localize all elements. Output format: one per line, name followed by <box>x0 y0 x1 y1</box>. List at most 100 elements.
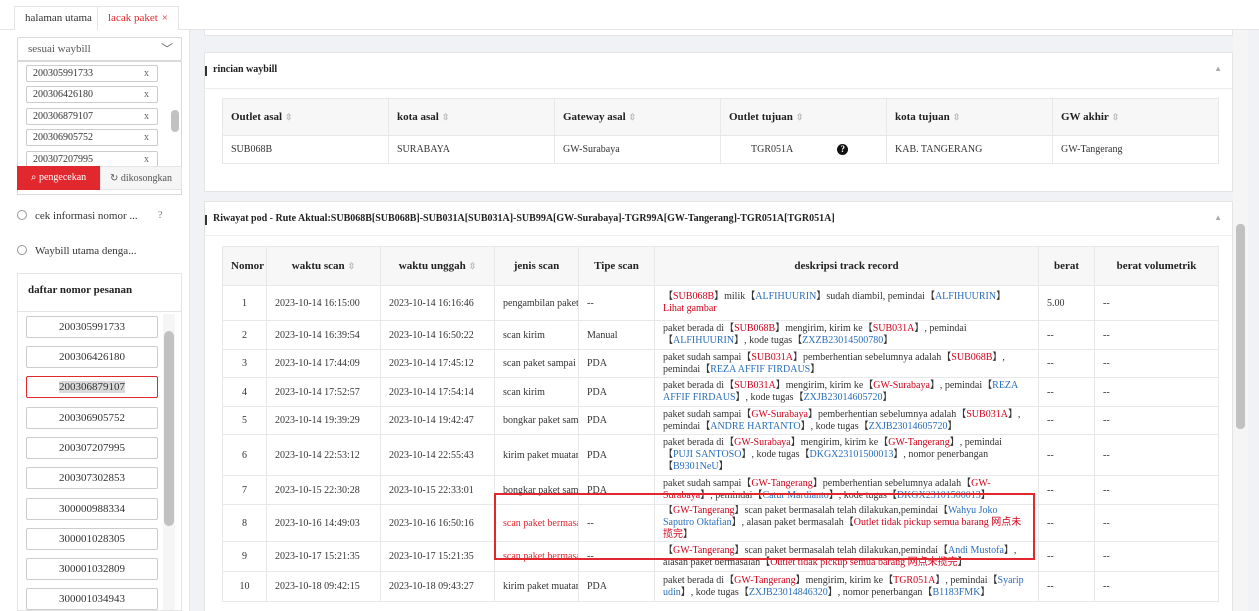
remove-icon[interactable]: x <box>144 87 149 102</box>
col-outlet-origin[interactable]: Outlet asal ⇳ <box>222 98 389 136</box>
desc-outlet: GW-Surabaya <box>873 380 930 391</box>
radio-check-info[interactable]: cek informasi nomor ... <box>17 207 138 225</box>
cell-no: 2 <box>222 320 267 350</box>
col-gw-final[interactable]: GW akhir ⇳ <box>1052 98 1219 136</box>
header-label: waktu unggah <box>398 260 466 272</box>
radio-label: cek informasi nomor ... <box>35 210 138 222</box>
header-label: kota asal <box>397 111 439 123</box>
order-item[interactable]: 300001034943 <box>26 588 158 610</box>
table-row: 4 2023-10-14 17:52:57 2023-10-14 17:54:1… <box>222 377 1219 407</box>
main-scrollbar[interactable] <box>1236 224 1245 429</box>
table-row: 5 2023-10-14 19:39:29 2023-10-14 19:42:4… <box>222 406 1219 435</box>
pod-history-header[interactable]: Riwayat pod - Rute Aktual:SUB068B[SUB068… <box>205 202 1232 236</box>
table-row: 3 2023-10-14 17:44:09 2023-10-14 17:45:1… <box>222 349 1219 378</box>
order-list-scrollbar[interactable] <box>164 331 174 526</box>
desc-person: REZA AFFIF FIRDAUS <box>710 363 811 375</box>
sort-icon[interactable]: ⇳ <box>1112 112 1120 122</box>
divider <box>18 311 181 312</box>
col-gateway-origin[interactable]: Gateway asal ⇳ <box>554 98 721 136</box>
cell-upload-time: 2023-10-16 16:50:16 <box>380 504 495 542</box>
col-city-dest[interactable]: kota tujuan ⇳ <box>886 98 1053 136</box>
order-item[interactable]: 200307302853 <box>26 467 158 489</box>
desc-text: 】scan paket bermasalah telah dilakukan,p… <box>734 505 949 517</box>
help-icon[interactable]: ?⃝ <box>158 210 170 221</box>
check-button[interactable]: ⌕ pengecekan <box>17 166 100 190</box>
sort-icon[interactable]: ⇳ <box>442 112 450 122</box>
order-item[interactable]: 200305991733 <box>26 316 158 338</box>
cell-upload-time: 2023-10-14 17:45:12 <box>380 349 495 378</box>
desc-text: 【 <box>663 544 673 556</box>
order-item-text: 200306879107 <box>59 381 125 393</box>
sort-icon[interactable]: ⇳ <box>285 112 293 122</box>
col-number: Nomor <box>222 246 267 286</box>
desc-outlet: GW-Tangerang <box>751 478 813 489</box>
table-header-row: Outlet asal ⇳ kota asal ⇳ Gateway asal ⇳ Ou… <box>222 98 1219 136</box>
desc-person: Catur Mardianto <box>762 490 829 501</box>
collapse-icon[interactable]: ▲ <box>1214 64 1222 73</box>
desc-text: paket berada di【 <box>663 574 735 586</box>
collapse-icon[interactable]: ▲ <box>1214 213 1222 222</box>
waybill-list-scrollbar[interactable] <box>171 110 179 132</box>
sort-icon[interactable]: ⇳ <box>953 112 961 122</box>
waybill-tag-text: 200305991733 <box>33 68 93 79</box>
search-mode-select[interactable]: sesuai waybill ﹀ <box>17 37 182 61</box>
order-item[interactable]: 300000988334 <box>26 498 158 520</box>
desc-outlet: SUB068B <box>734 323 776 334</box>
sort-icon[interactable]: ⇳ <box>796 112 804 122</box>
radio-label: Waybill utama denga... <box>35 245 137 257</box>
order-item[interactable]: 300001032809 <box>26 558 158 580</box>
cell-scan-type: kirim paket muatan <box>494 571 579 602</box>
desc-text: 】pemberhentian sebelumnya adalah【 <box>812 478 972 489</box>
cell-scan-kind: PDA <box>578 406 655 435</box>
desc-text: 】mengirim, kirim ke【 <box>795 574 894 586</box>
radio-circle[interactable] <box>17 210 27 220</box>
desc-text: 】, pemindai【 <box>929 380 993 391</box>
cell-city-dest: KAB. TANGERANG <box>886 135 1053 164</box>
order-item[interactable]: 200306426180 <box>26 346 158 368</box>
desc-text: 】, kode tugas【 <box>680 586 749 598</box>
desc-text: 】, kode tugas【 <box>828 490 897 501</box>
remove-icon[interactable]: x <box>144 109 149 124</box>
col-scan-time[interactable]: waktu scan ⇳ <box>266 246 381 286</box>
cell-city-origin: SURABAYA <box>388 135 555 164</box>
refresh-icon: ↻ <box>110 173 119 184</box>
cell-description: paket berada di【SUB031A】mengirim, kirim … <box>654 377 1039 407</box>
sort-icon[interactable]: ⇳ <box>469 261 477 271</box>
cell-scan-type: scan paket bermasa <box>494 541 579 572</box>
radio-circle[interactable] <box>17 245 27 255</box>
desc-outlet: SUB031A <box>966 408 1008 420</box>
order-item[interactable]: 200306905752 <box>26 407 158 429</box>
order-item[interactable]: 200307207995 <box>26 437 158 459</box>
cell-scan-kind: Manual <box>578 320 655 350</box>
radio-main-waybill[interactable]: Waybill utama denga... <box>17 242 136 260</box>
tab-track-package[interactable]: lacak paket × <box>97 6 179 30</box>
cell-text: TGR051A <box>751 144 794 155</box>
cell-no: 5 <box>222 406 267 435</box>
waybill-detail-header[interactable]: rincian waybill ▲ <box>205 53 1232 89</box>
desc-text: 【 <box>663 291 673 302</box>
check-button-label: pengecekan <box>38 172 87 183</box>
close-icon[interactable]: × <box>162 12 168 24</box>
desc-text: 】, alasan paket bermasalah【 <box>731 517 854 528</box>
chevron-down-icon: ﹀ <box>160 42 173 56</box>
view-image-link[interactable]: Lihat gambar <box>663 303 717 314</box>
table-row: 7 2023-10-15 22:30:28 2023-10-15 22:33:0… <box>222 475 1219 505</box>
sort-icon[interactable]: ⇳ <box>348 261 356 271</box>
waybill-tag-text: 200306879107 <box>33 111 93 122</box>
desc-text: 】, pemindai【 <box>700 490 763 501</box>
order-item[interactable]: 300001028305 <box>26 528 158 550</box>
order-item-selected[interactable]: 200306879107 <box>26 376 158 398</box>
tab-home[interactable]: halaman utama <box>14 6 103 30</box>
clear-button[interactable]: ↻ dikosongkan <box>100 166 182 190</box>
col-upload-time[interactable]: waktu unggah ⇳ <box>380 246 495 286</box>
remove-icon[interactable]: x <box>144 152 149 167</box>
remove-icon[interactable]: x <box>144 130 149 145</box>
col-city-origin[interactable]: kota asal ⇳ <box>388 98 555 136</box>
table-header-row: Nomor waktu scan ⇳ waktu unggah ⇳ jenis sc… <box>222 246 1219 286</box>
remove-icon[interactable]: x <box>144 66 149 81</box>
sort-icon[interactable]: ⇳ <box>629 112 637 122</box>
cell-scan-time: 2023-10-15 22:30:28 <box>266 475 381 505</box>
help-icon[interactable]: ? <box>837 144 849 155</box>
col-outlet-dest[interactable]: Outlet tujuan ⇳ <box>720 98 887 136</box>
cell-weight: -- <box>1038 475 1095 505</box>
